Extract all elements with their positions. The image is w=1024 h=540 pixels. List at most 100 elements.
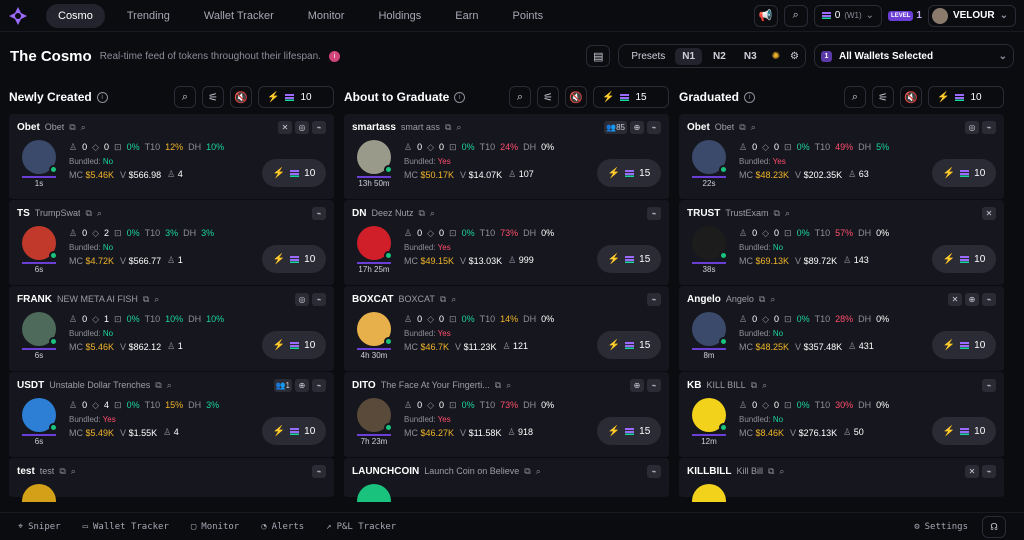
bottom-wallet-tracker[interactable]: ▭ Wallet Tracker	[83, 522, 169, 532]
quick-buy-button[interactable]: ⚡ 15	[597, 331, 661, 359]
token-card[interactable]: DITO The Face At Your Fingerti... ⧉ ⌕ ⊕ ⌁ ⚡ 15 7…	[344, 372, 669, 458]
token-avatar[interactable]	[22, 398, 58, 432]
token-avatar[interactable]	[357, 226, 393, 260]
link-icon[interactable]: ⌁	[312, 378, 326, 392]
info-icon[interactable]: i	[744, 91, 756, 103]
quick-buy-button[interactable]: ⚡ 15	[597, 417, 661, 445]
mute-icon[interactable]: 🔇	[900, 86, 922, 108]
tab-wallet-tracker[interactable]: Wallet Tracker	[192, 4, 286, 28]
search-icon[interactable]: ⌕	[167, 380, 172, 391]
info-icon[interactable]: i	[96, 91, 108, 103]
token-avatar[interactable]	[692, 226, 728, 260]
search-icon[interactable]: ⌕	[430, 208, 435, 219]
gear-icon[interactable]: ⚙	[790, 51, 799, 62]
search-icon[interactable]: ⌕	[770, 294, 775, 305]
tab-points[interactable]: Points	[501, 4, 556, 28]
x-social-icon[interactable]: ✕	[965, 464, 979, 478]
sun-icon[interactable]: ✺	[772, 51, 780, 62]
filter-icon[interactable]: ⚟	[872, 86, 894, 108]
search-image-icon[interactable]: ◎	[295, 292, 309, 306]
token-card[interactable]: BOXCAT BOXCAT ⧉ ⌕ ⌁ ⚡ 15 4h 30m ♙ 0 ◇ 0 ⊡ 0% T10 14% DH 0…	[344, 286, 669, 372]
link-icon[interactable]: ⌁	[312, 464, 326, 478]
link-icon[interactable]: ⌁	[647, 464, 661, 478]
quick-buy-button[interactable]: ⚡ 10	[932, 417, 996, 445]
holders-badge[interactable]: 👥85	[604, 120, 627, 134]
globe-icon[interactable]: ⊕	[965, 292, 979, 306]
x-social-icon[interactable]: ✕	[278, 120, 292, 134]
quick-buy-button[interactable]: ⚡ 15	[597, 245, 661, 273]
quick-buy-button[interactable]: ⚡ 10	[932, 245, 996, 273]
token-card[interactable]: FRANK NEW META AI FISH ⧉ ⌕ ◎ ⌁ ⚡ 10 6s ♙ 0 ◇ 1 ⊡ 0% T10…	[9, 286, 334, 372]
token-card[interactable]: LAUNCHCOIN Launch Coin on Believe ⧉ ⌕ ⌁	[344, 458, 669, 502]
copy-icon[interactable]: ⧉	[759, 294, 765, 305]
filter-icon[interactable]: ⚟	[537, 86, 559, 108]
bottom-pnl-tracker[interactable]: ↗ P&L Tracker	[326, 522, 396, 532]
token-card[interactable]: USDT Unstable Dollar Trenches ⧉ ⌕ 👥1 ⊕ ⌁ ⚡ 10 6s ♙…	[9, 372, 334, 458]
copy-icon[interactable]: ⧉	[69, 122, 75, 133]
tab-monitor[interactable]: Monitor	[296, 4, 357, 28]
copy-icon[interactable]: ⧉	[418, 208, 424, 219]
search-image-icon[interactable]: ◎	[965, 120, 979, 134]
copy-icon[interactable]: ⧉	[524, 466, 530, 477]
token-avatar[interactable]	[692, 484, 726, 502]
link-icon[interactable]: ⌁	[647, 206, 661, 220]
wallet-selector[interactable]: 0 (W1) ⌄	[813, 4, 883, 27]
token-avatar[interactable]	[692, 140, 728, 174]
info-icon[interactable]: i	[328, 50, 340, 62]
token-avatar[interactable]	[357, 140, 393, 174]
mute-icon[interactable]: 🔇	[230, 86, 252, 108]
copy-icon[interactable]: ⧉	[751, 380, 757, 391]
search-icon[interactable]: ⌕	[451, 294, 456, 305]
bottom-alerts[interactable]: ◔ Alerts	[261, 522, 304, 532]
globe-icon[interactable]: ⊕	[295, 378, 309, 392]
token-avatar[interactable]	[22, 226, 58, 260]
quick-buy-button[interactable]: ⚡ 10	[262, 159, 326, 187]
copy-icon[interactable]: ⧉	[768, 466, 774, 477]
token-card[interactable]: TS TrumpSwat ⧉ ⌕ ⌁ ⚡ 10 6s ♙ 0 ◇ 2 ⊡ 0% T10 3% DH 3% Bundl…	[9, 200, 334, 286]
copy-icon[interactable]: ⧉	[440, 294, 446, 305]
search-image-icon[interactable]: ◎	[295, 120, 309, 134]
globe-icon[interactable]: ⊕	[630, 120, 644, 134]
logo-icon[interactable]	[8, 6, 28, 26]
search-icon[interactable]: ⌕	[154, 294, 159, 305]
tab-cosmo[interactable]: Cosmo	[46, 3, 105, 28]
token-avatar[interactable]	[22, 140, 58, 174]
mute-icon[interactable]: 🔇	[565, 86, 587, 108]
copy-icon[interactable]: ⧉	[774, 208, 780, 219]
token-card[interactable]: Obet Obet ⧉ ⌕ ◎ ⌁ ⚡ 10 22s ♙ 0 ◇ 0 ⊡ 0% T10 49% DH 5% Bundl…	[679, 114, 1004, 200]
info-icon[interactable]: i	[454, 91, 466, 103]
token-card[interactable]: KILLBILL Kill Bill ⧉ ⌕ ✕ ⌁	[679, 458, 1004, 502]
user-menu[interactable]: VELOUR ⌄	[927, 4, 1016, 27]
copy-icon[interactable]: ⧉	[739, 122, 745, 133]
link-icon[interactable]: ⌁	[982, 464, 996, 478]
search-icon[interactable]: ⌕	[762, 380, 767, 391]
quick-buy-button[interactable]: ⚡ 15	[597, 159, 661, 187]
token-avatar[interactable]	[22, 312, 58, 346]
display-settings-icon[interactable]: ▤	[586, 45, 611, 67]
link-icon[interactable]: ⌁	[647, 120, 661, 134]
token-card[interactable]: Angelo Angelo ⧉ ⌕ ✕ ⊕ ⌁ ⚡ 10 8m ♙ 0 ◇ 0 ⊡ 0% T10 28% DH 0% B…	[679, 286, 1004, 372]
search-icon[interactable]: ⌕	[783, 4, 808, 27]
search-icon[interactable]: ⌕	[536, 466, 541, 477]
copy-icon[interactable]: ⧉	[59, 466, 65, 477]
search-icon[interactable]: ⌕	[81, 122, 86, 133]
copy-icon[interactable]: ⧉	[495, 380, 501, 391]
quick-buy-amount-input[interactable]: ⚡ 15	[593, 86, 669, 108]
token-card[interactable]: smartass smart ass ⧉ ⌕ 👥85 ⊕ ⌁ ⚡ 15 13h 50m ♙ 0 ◇ 0 ⊡ 0…	[344, 114, 669, 200]
megaphone-icon[interactable]: 📢	[753, 4, 778, 27]
token-card[interactable]: TRUST TrustExam ⧉ ⌕ ✕ ⚡ 10 38s ♙ 0 ◇ 0 ⊡ 0% T10 57% DH 0%…	[679, 200, 1004, 286]
quick-buy-button[interactable]: ⚡ 10	[262, 245, 326, 273]
copy-icon[interactable]: ⧉	[155, 380, 161, 391]
quick-buy-button[interactable]: ⚡ 10	[932, 331, 996, 359]
tab-trending[interactable]: Trending	[115, 4, 182, 28]
link-icon[interactable]: ⌁	[982, 378, 996, 392]
quick-buy-button[interactable]: ⚡ 10	[262, 331, 326, 359]
link-icon[interactable]: ⌁	[647, 378, 661, 392]
link-icon[interactable]: ⌁	[982, 120, 996, 134]
support-icon[interactable]: ☊	[982, 515, 1006, 538]
preset-n3[interactable]: N3	[737, 48, 764, 65]
token-avatar[interactable]	[692, 398, 728, 432]
holders-badge[interactable]: 👥1	[273, 378, 292, 392]
x-social-icon[interactable]: ✕	[982, 206, 996, 220]
token-avatar[interactable]	[22, 484, 56, 502]
